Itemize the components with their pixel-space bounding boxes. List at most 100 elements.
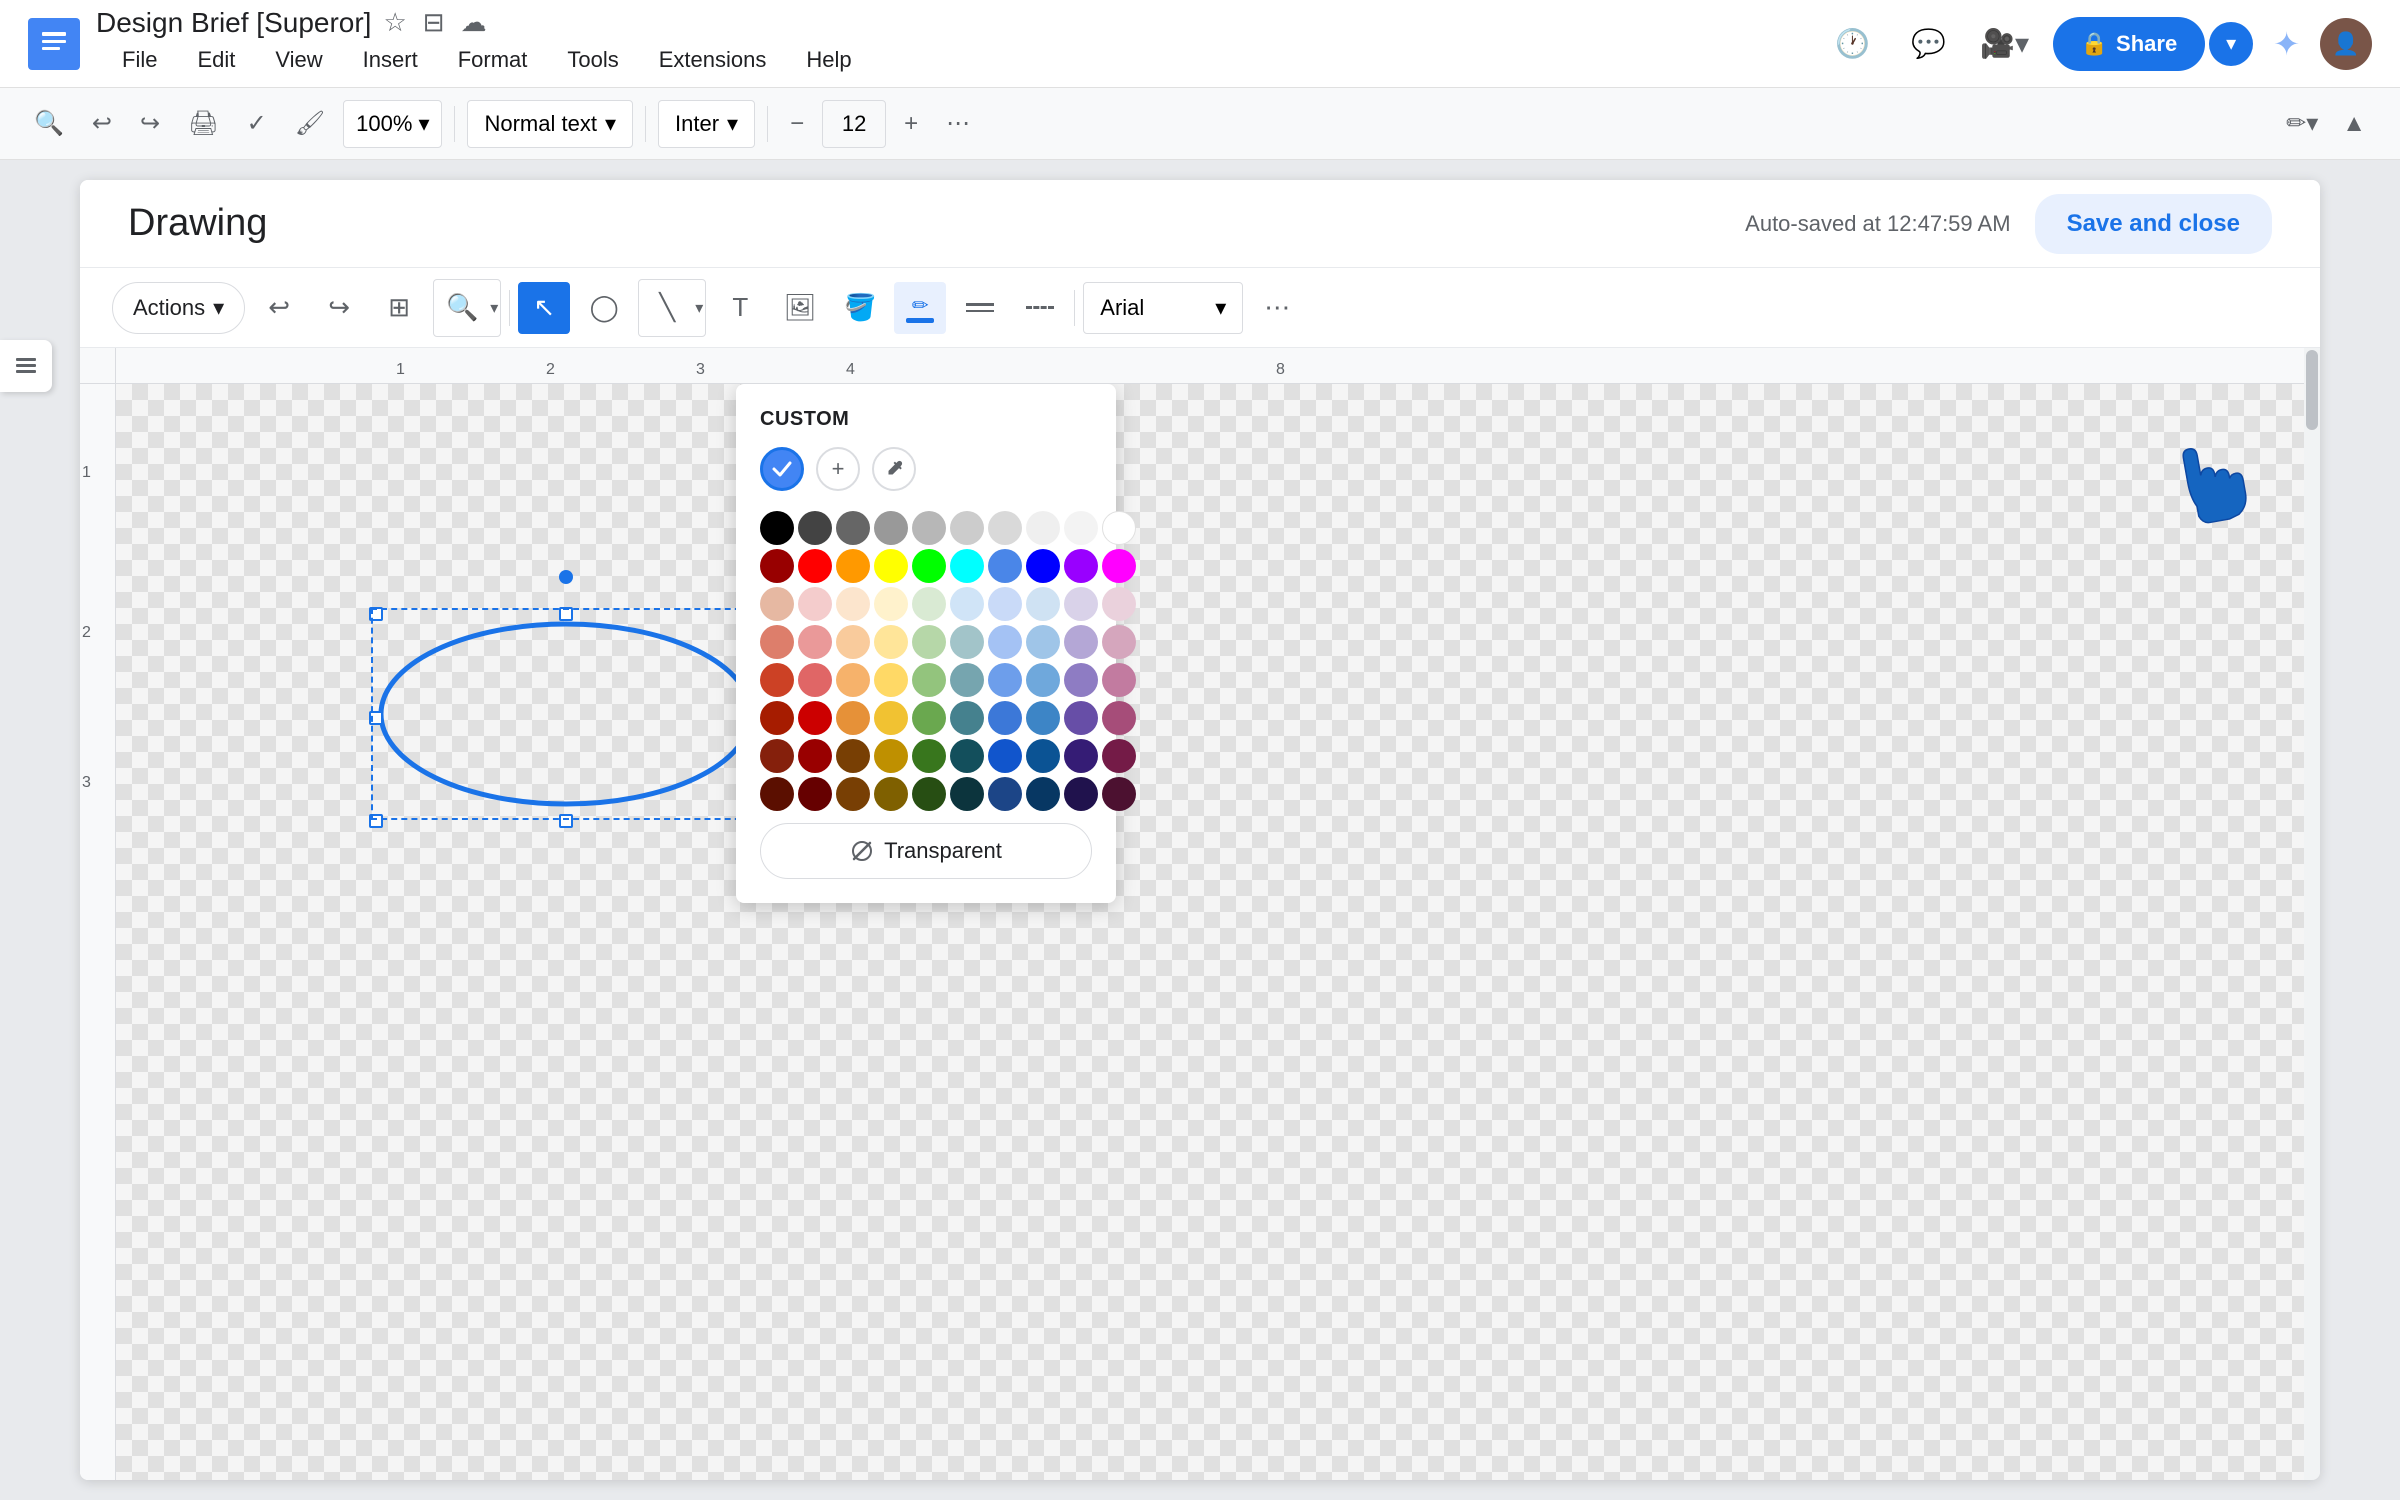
color-xdk2[interactable]: [798, 777, 832, 811]
color-vdk10[interactable]: [1102, 739, 1136, 773]
color-m1[interactable]: [760, 625, 794, 659]
color-vdk9[interactable]: [1064, 739, 1098, 773]
color-dark2[interactable]: [836, 511, 870, 545]
menu-view[interactable]: View: [257, 39, 340, 81]
color-xdk6[interactable]: [950, 777, 984, 811]
eyedropper-button[interactable]: [872, 447, 916, 491]
color-gray1[interactable]: [874, 511, 908, 545]
search-icon[interactable]: 🔍: [24, 100, 74, 148]
menu-tools[interactable]: Tools: [549, 39, 636, 81]
color-r1[interactable]: [760, 549, 794, 583]
actions-button[interactable]: Actions ▾: [112, 282, 245, 334]
menu-insert[interactable]: Insert: [345, 39, 436, 81]
border-weight-button[interactable]: [954, 282, 1006, 334]
more-options-icon[interactable]: ⋯: [936, 100, 980, 148]
color-d1[interactable]: [760, 663, 794, 697]
color-m3[interactable]: [836, 625, 870, 659]
color-orange[interactable]: [836, 549, 870, 583]
color-d2[interactable]: [798, 663, 832, 697]
color-gray4[interactable]: [988, 511, 1022, 545]
share-button[interactable]: 🔒 Share: [2053, 17, 2206, 71]
color-d4[interactable]: [874, 663, 908, 697]
history-icon[interactable]: 🕐: [1825, 16, 1881, 72]
color-xdk4[interactable]: [874, 777, 908, 811]
color-vdk7[interactable]: [988, 739, 1022, 773]
color-d10[interactable]: [1102, 663, 1136, 697]
zoom-select[interactable]: 100% ▾: [343, 100, 442, 148]
color-purple[interactable]: [1064, 549, 1098, 583]
menu-format[interactable]: Format: [440, 39, 546, 81]
color-dk7[interactable]: [988, 701, 1022, 735]
undo-icon[interactable]: ↩: [82, 100, 122, 148]
color-p9[interactable]: [1064, 587, 1098, 621]
color-xdk10[interactable]: [1102, 777, 1136, 811]
color-dk6[interactable]: [950, 701, 984, 735]
color-p4[interactable]: [874, 587, 908, 621]
color-dk5[interactable]: [912, 701, 946, 735]
color-dk2[interactable]: [798, 701, 832, 735]
share-chevron-button[interactable]: ▾: [2209, 22, 2253, 66]
color-vdk4[interactable]: [874, 739, 908, 773]
color-yellow[interactable]: [874, 549, 908, 583]
selection-handle-top-left[interactable]: [369, 607, 383, 621]
save-and-close-button[interactable]: Save and close: [2035, 194, 2272, 254]
zoom-fit-button[interactable]: 🔍: [436, 282, 488, 334]
color-d7[interactable]: [988, 663, 1022, 697]
selection-handle-top[interactable]: [559, 607, 573, 621]
font-size-increase-button[interactable]: +: [894, 100, 928, 148]
color-m4[interactable]: [874, 625, 908, 659]
color-vdk6[interactable]: [950, 739, 984, 773]
print-icon[interactable]: 🖨: [178, 100, 228, 148]
menu-file[interactable]: File: [104, 39, 175, 81]
folder-icon[interactable]: ⊟: [423, 7, 445, 38]
color-dk9[interactable]: [1064, 701, 1098, 735]
color-blue2[interactable]: [1026, 549, 1060, 583]
color-xdk7[interactable]: [988, 777, 1022, 811]
sidebar-toggle-button[interactable]: [0, 340, 52, 392]
collapse-icon[interactable]: ▲: [2332, 100, 2376, 148]
color-d9[interactable]: [1064, 663, 1098, 697]
ellipse-element[interactable]: [376, 614, 756, 821]
menu-help[interactable]: Help: [788, 39, 869, 81]
cloud-icon[interactable]: ☁: [461, 7, 487, 38]
color-white[interactable]: [1102, 511, 1136, 545]
color-vdk3[interactable]: [836, 739, 870, 773]
color-xdk8[interactable]: [1026, 777, 1060, 811]
color-gray3[interactable]: [950, 511, 984, 545]
color-dk8[interactable]: [1026, 701, 1060, 735]
color-green[interactable]: [912, 549, 946, 583]
color-p5[interactable]: [912, 587, 946, 621]
drawing-canvas[interactable]: CUSTOM +: [116, 384, 2320, 1480]
meet-icon[interactable]: 🎥▾: [1977, 16, 2033, 72]
selected-color-swatch[interactable]: [760, 447, 804, 491]
font-select[interactable]: Inter ▾: [658, 100, 755, 148]
color-m2[interactable]: [798, 625, 832, 659]
text-tool-button[interactable]: T: [714, 282, 766, 334]
color-vdk2[interactable]: [798, 739, 832, 773]
color-dk10[interactable]: [1102, 701, 1136, 735]
line-tool-button[interactable]: ╲: [641, 282, 693, 334]
fill-color-button[interactable]: 🪣: [834, 282, 886, 334]
gemini-icon[interactable]: ✦: [2273, 25, 2300, 63]
scrollbar[interactable]: [2304, 384, 2320, 1480]
drawing-redo-button[interactable]: ↪: [313, 282, 365, 334]
selection-handle-bottom-left[interactable]: [369, 814, 383, 828]
color-dk3[interactable]: [836, 701, 870, 735]
color-p2[interactable]: [798, 587, 832, 621]
color-p3[interactable]: [836, 587, 870, 621]
more-drawing-options-button[interactable]: ⋯: [1251, 282, 1303, 334]
color-gray5[interactable]: [1026, 511, 1060, 545]
color-dark1[interactable]: [798, 511, 832, 545]
color-p7[interactable]: [988, 587, 1022, 621]
redo-icon[interactable]: ↪: [130, 100, 170, 148]
select-tool-button[interactable]: ↖: [518, 282, 570, 334]
scroll-thumb[interactable]: [2306, 384, 2318, 430]
color-p1[interactable]: [760, 587, 794, 621]
color-m9[interactable]: [1064, 625, 1098, 659]
font-size-input[interactable]: 12: [822, 100, 886, 148]
text-edit-icon[interactable]: ✏▾: [2276, 100, 2328, 148]
color-xdk5[interactable]: [912, 777, 946, 811]
color-xdk3b[interactable]: [836, 777, 870, 811]
color-p6[interactable]: [950, 587, 984, 621]
color-gray2[interactable]: [912, 511, 946, 545]
